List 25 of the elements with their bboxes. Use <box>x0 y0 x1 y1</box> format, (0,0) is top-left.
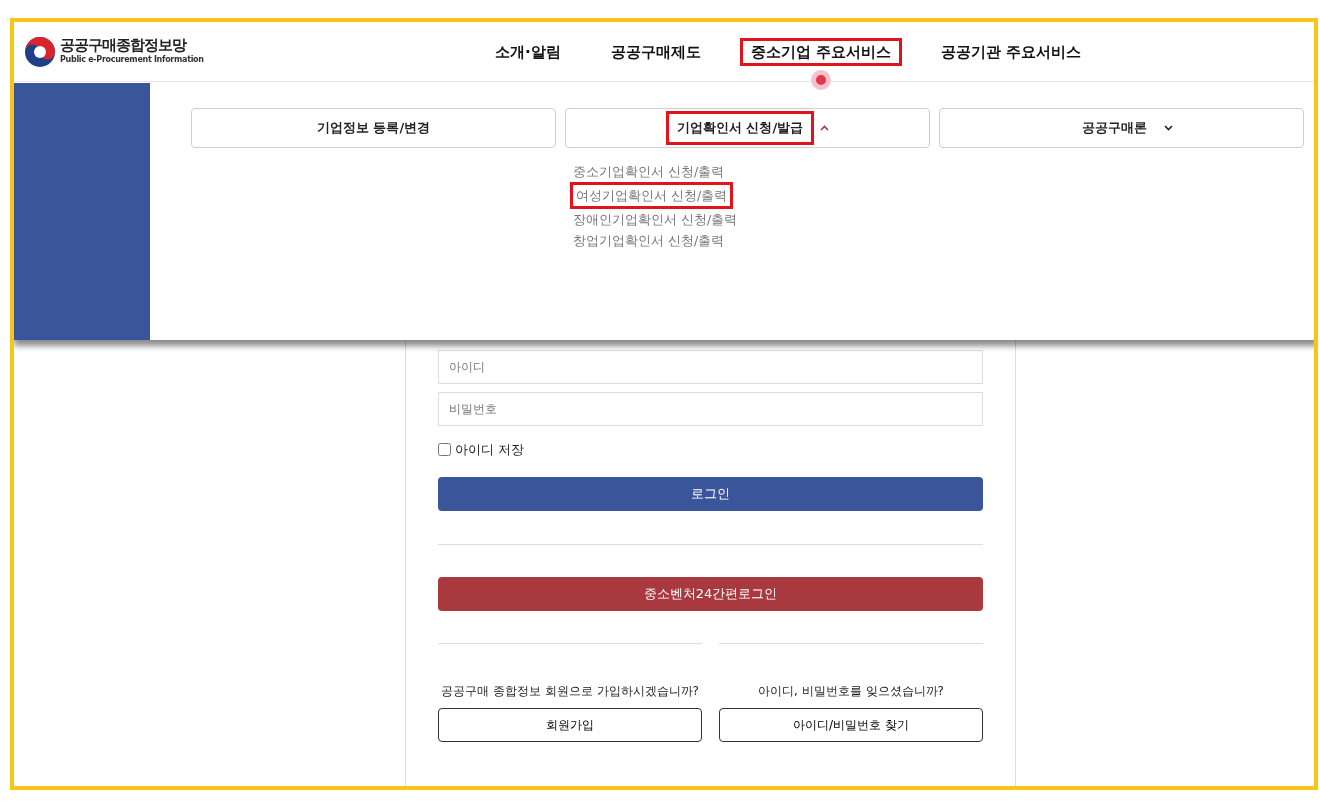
nav-menu-item[interactable]: 소개·알림 <box>484 38 572 90</box>
submenu-tab[interactable]: 공공구매론 <box>939 108 1304 148</box>
find-prompt: 아이디, 비밀번호를 잊으셨습니까? <box>758 682 944 700</box>
nav-menu-item[interactable]: 공공기관 주요서비스 <box>929 38 1093 90</box>
password-field[interactable]: 비밀번호 <box>438 392 983 426</box>
join-button[interactable]: 회원가입 <box>438 707 702 742</box>
submenu-link[interactable]: 여성기업확인서 신청/출력 <box>570 182 734 209</box>
submenu-tab[interactable]: 기업확인서 신청/발급 <box>565 108 930 148</box>
find-account-button[interactable]: 아이디/비밀번호 찾기 <box>719 707 983 742</box>
sso-login-button[interactable]: 중소벤처24간편로그인 <box>438 576 983 611</box>
submenu-link[interactable]: 창업기업확인서 신청/출력 <box>570 230 728 251</box>
join-prompt: 공공구매 종합정보 회원으로 가입하시겠습니까? <box>441 682 699 700</box>
submenu-link[interactable]: 중소기업확인서 신청/출력 <box>570 161 728 182</box>
nav-menu-item[interactable]: 공공구매제도 <box>599 38 712 90</box>
checkbox[interactable] <box>438 443 451 457</box>
id-field[interactable]: 아이디 <box>438 350 983 384</box>
logo-subtitle: Public e-Procurement Information <box>60 53 204 66</box>
submenu-link[interactable]: 장애인기업확인서 신청/출력 <box>570 209 741 230</box>
logo-icon <box>24 35 56 68</box>
logo-title: 공공구매종합정보망 <box>60 37 188 54</box>
caret-up-icon <box>820 125 830 131</box>
remember-checkbox[interactable]: 아이디 저장 <box>438 440 983 460</box>
caret-down-icon <box>1163 125 1173 131</box>
submenu-tab[interactable]: 기업정보 등록/변경 <box>191 108 556 148</box>
login-button[interactable]: 로그인 <box>438 476 983 511</box>
